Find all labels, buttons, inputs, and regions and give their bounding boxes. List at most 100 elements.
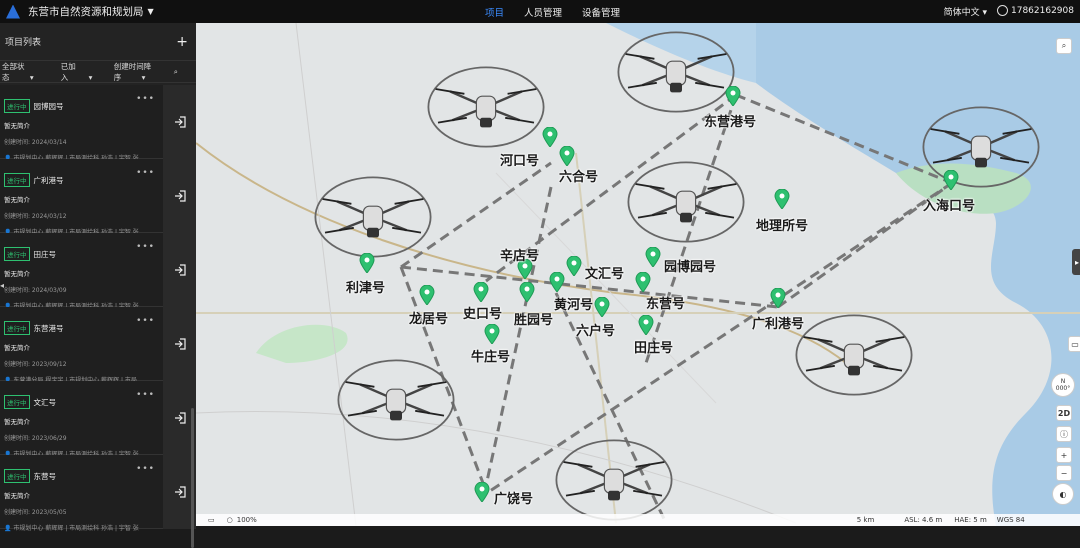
project-item[interactable]: 进行中东营港号 ••• 暂无简介 创建时间: 2023/09/12 👤 东营港分… xyxy=(0,307,196,384)
project-item[interactable]: 进行中广利港号 ••• 暂无简介 创建时间: 2024/03/12 👤 市规划中… xyxy=(0,159,196,236)
map-pin[interactable] xyxy=(549,271,565,293)
project-item[interactable]: 进行中园博园号 ••• 暂无简介 创建时间: 2024/03/14 👤 市规划中… xyxy=(0,85,196,162)
project-created: 创建时间: 2023/06/29 xyxy=(4,435,67,442)
comment-icon[interactable]: ▭ xyxy=(1068,336,1080,352)
zoom-out-button[interactable]: − xyxy=(1056,465,1072,481)
asl-readout: ASL: 4.6 m xyxy=(904,516,943,524)
scrollbar[interactable] xyxy=(191,408,194,548)
map-pin[interactable] xyxy=(519,281,535,303)
project-name: 广利港号 xyxy=(33,176,64,185)
project-info[interactable]: 进行中园博园号 ••• 暂无简介 创建时间: 2024/03/14 👤 市规划中… xyxy=(0,85,163,162)
view-mode-toggle[interactable]: 2D xyxy=(1056,405,1072,421)
more-icon[interactable]: ••• xyxy=(136,168,155,178)
main-nav: 项目 人员管理 设备管理 xyxy=(485,0,640,23)
sort-select[interactable]: 创建时间降序 ▾ xyxy=(114,61,166,83)
project-name: 东营号 xyxy=(33,472,57,481)
basemap-switch-icon[interactable]: ◐ xyxy=(1052,483,1074,505)
drone-marker[interactable] xyxy=(313,173,433,265)
nav-projects[interactable]: 项目 xyxy=(485,5,504,19)
status-filter[interactable]: 全部状态 ▾ xyxy=(2,61,43,83)
project-info[interactable]: 进行中广利港号 ••• 暂无简介 创建时间: 2024/03/12 👤 市规划中… xyxy=(0,159,163,236)
project-name: 园博园号 xyxy=(33,102,64,111)
map-pin[interactable] xyxy=(359,252,375,274)
drone-marker[interactable] xyxy=(554,436,674,526)
drone-marker[interactable] xyxy=(616,28,736,120)
expand-panel-icon[interactable]: ▸ xyxy=(1072,249,1080,275)
project-name: 文汇号 xyxy=(33,398,57,407)
drone-marker[interactable] xyxy=(626,158,746,250)
map-pin[interactable] xyxy=(566,255,582,277)
joined-filter[interactable]: 已加入 ▾ xyxy=(61,61,96,83)
map-pin[interactable] xyxy=(943,169,959,191)
drone-marker[interactable] xyxy=(336,356,456,448)
status-badge: 进行中 xyxy=(4,173,30,187)
map-pin[interactable] xyxy=(419,284,435,306)
map-pin[interactable] xyxy=(559,145,575,167)
map-point-label: 龙居号 xyxy=(409,312,449,327)
top-right: 简体中文 ▾ 17862162908 xyxy=(944,5,1074,18)
status-badge: 进行中 xyxy=(4,395,30,409)
project-item[interactable]: 进行中文汇号 ••• 暂无简介 创建时间: 2023/06/29 👤 市规划中心… xyxy=(0,381,196,458)
project-desc: 暂无简介 xyxy=(4,492,30,500)
info-icon[interactable]: ⓘ xyxy=(1056,426,1072,442)
enter-project-button[interactable] xyxy=(163,233,196,307)
enter-project-button[interactable] xyxy=(163,307,196,381)
map-pin[interactable] xyxy=(542,126,558,148)
search-icon[interactable]: ⌕ xyxy=(174,67,178,77)
drone-marker[interactable] xyxy=(426,63,546,155)
map-pin[interactable] xyxy=(770,287,786,309)
language-select[interactable]: 简体中文 ▾ xyxy=(944,5,987,18)
project-item[interactable]: 进行中 东营号 ••• 暂无简介 创建时间: 2023/05/05 👤 市规划中心… xyxy=(0,455,196,532)
map-pin[interactable] xyxy=(774,188,790,210)
more-icon[interactable]: ••• xyxy=(136,242,155,252)
map-pin[interactable] xyxy=(594,296,610,318)
project-name: 东营港号 xyxy=(33,324,64,333)
more-icon[interactable]: ••• xyxy=(136,94,155,104)
map-pin[interactable] xyxy=(635,271,651,293)
map-point-label: 东营港号 xyxy=(704,115,757,130)
more-icon[interactable]: ••• xyxy=(136,316,155,326)
project-info[interactable]: 进行中 东营号 ••• 暂无简介 创建时间: 2023/05/05 👤 市规划中心… xyxy=(0,455,163,532)
user-menu[interactable]: 17862162908 xyxy=(997,5,1074,18)
nav-devices[interactable]: 设备管理 xyxy=(582,5,620,19)
add-project-button[interactable]: + xyxy=(176,34,188,50)
zoom-in-button[interactable]: + xyxy=(1056,447,1072,463)
drone-marker[interactable] xyxy=(921,103,1041,195)
map-pin[interactable] xyxy=(638,314,654,336)
enter-project-button[interactable] xyxy=(163,85,196,159)
map-pin[interactable] xyxy=(473,281,489,303)
map-search-button[interactable]: ⌕ xyxy=(1056,38,1072,54)
project-info[interactable]: 进行中文汇号 ••• 暂无简介 创建时间: 2023/06/29 👤 市规划中心… xyxy=(0,381,163,458)
more-icon[interactable]: ••• xyxy=(136,464,155,474)
map-pin[interactable] xyxy=(484,323,500,345)
layers-icon[interactable]: ▭ xyxy=(208,516,215,524)
project-desc: 暂无简介 xyxy=(4,418,30,426)
project-list: 进行中园博园号 ••• 暂无简介 创建时间: 2024/03/14 👤 市规划中… xyxy=(0,85,196,532)
map-pin[interactable] xyxy=(725,85,741,107)
map-point-label: 河口号 xyxy=(500,154,540,169)
project-item[interactable]: 进行中田庄号 ••• 暂无简介 创建时间: 2024/03/09 👤 市规划中心… xyxy=(0,233,196,310)
app-logo-icon xyxy=(6,4,20,19)
map-pin[interactable] xyxy=(474,481,490,503)
status-badge: 进行中 xyxy=(4,469,30,483)
status-badge: 进行中 xyxy=(4,99,30,113)
map-pin[interactable] xyxy=(645,246,661,268)
enter-project-button[interactable] xyxy=(163,159,196,233)
map-point-label: 广饶号 xyxy=(494,492,534,507)
project-info[interactable]: 进行中东营港号 ••• 暂无简介 创建时间: 2023/09/12 👤 东营港分… xyxy=(0,307,163,384)
drone-marker[interactable] xyxy=(794,311,914,403)
collapse-sidebar-icon[interactable]: ◂ xyxy=(0,281,8,295)
app-title[interactable]: 东营市自然资源和规划局 xyxy=(28,4,144,19)
login-icon xyxy=(174,338,186,350)
chevron-down-icon[interactable]: ▼ xyxy=(148,7,154,16)
project-desc: 暂无简介 xyxy=(4,344,30,352)
map-view[interactable]: 东营港号 河口号 六合号 入海口号 地理所号 辛店号 文汇号 园博园号 利津号 黄河号 东营号 广利港… xyxy=(196,23,1080,526)
nav-people[interactable]: 人员管理 xyxy=(524,5,562,19)
map-point-label: 广利港号 xyxy=(752,317,805,332)
compass-control[interactable]: N 000° xyxy=(1051,373,1075,397)
login-icon xyxy=(174,190,186,202)
map-point-label: 文汇号 xyxy=(585,267,625,282)
project-info[interactable]: 进行中田庄号 ••• 暂无简介 创建时间: 2024/03/09 👤 市规划中心… xyxy=(0,233,163,310)
project-name: 田庄号 xyxy=(33,250,57,259)
more-icon[interactable]: ••• xyxy=(136,390,155,400)
